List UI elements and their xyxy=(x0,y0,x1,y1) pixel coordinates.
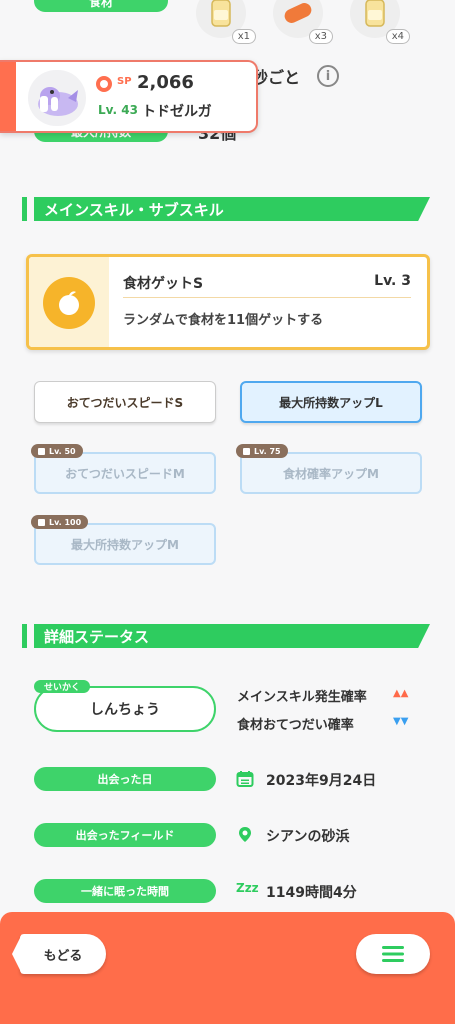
sleep-zzz-icon: Zzz xyxy=(236,881,259,895)
pokemon-name: トドゼルガ xyxy=(142,104,212,120)
main-skill-name: 食材ゲットS xyxy=(123,276,204,292)
ingredient-slot: x4 xyxy=(350,0,410,44)
sub-skill-label: 食材確率アップM xyxy=(283,466,379,481)
section-header-skills: メインスキル・サブスキル xyxy=(22,197,430,221)
section-title: メインスキル・サブスキル xyxy=(44,201,224,219)
divider xyxy=(123,297,411,298)
up-arrows-icon: ▲▲ xyxy=(393,688,409,699)
sub-skill-label: 最大所持数アップM xyxy=(71,537,179,552)
ingredient-slot: x1 xyxy=(196,0,256,44)
sp-label: SP xyxy=(117,76,132,87)
location-pin-icon xyxy=(239,827,251,842)
lock-icon xyxy=(38,447,45,455)
honey-jar-icon xyxy=(365,0,385,27)
section-header-details: 詳細ステータス xyxy=(22,624,430,648)
nature-tag: せいかく xyxy=(34,680,91,693)
sub-skill-label: 最大所持数アップL xyxy=(279,395,383,410)
pokemon-summary-card: SP 2,066 Lv. 43 トドゼルガ xyxy=(0,60,258,133)
met-date-value: 2023年9月24日 xyxy=(266,773,377,789)
lock-icon xyxy=(38,518,45,526)
lock-icon xyxy=(243,447,250,455)
slept-time-value: 1149時間4分 xyxy=(266,885,357,901)
hamburger-menu-icon xyxy=(382,946,404,962)
skill-icon-panel xyxy=(29,257,109,347)
sub-skill-button-locked[interactable]: 最大所持数アップM xyxy=(34,523,216,565)
section-title: 詳細ステータス xyxy=(44,628,150,646)
met-field-label: 出会ったフィールド xyxy=(34,823,216,847)
calendar-icon xyxy=(236,771,254,787)
slept-time-label: 一緒に眠った時間 xyxy=(34,879,216,903)
help-interval-value: 秒ごと xyxy=(252,68,301,87)
unlock-level-badge: Lv. 50 xyxy=(31,444,83,458)
honey-jar-icon xyxy=(211,0,231,27)
footer-bar: もどる xyxy=(0,912,455,1024)
sp-value: 2,066 xyxy=(137,72,194,93)
unlock-level-badge: Lv. 75 xyxy=(236,444,288,458)
main-skill-level: Lv. 3 xyxy=(374,273,411,289)
ingredient-count: x3 xyxy=(308,29,333,44)
nature-effect-up: メインスキル発生確率 xyxy=(237,690,367,705)
sp-icon xyxy=(96,76,112,92)
main-skill-card[interactable]: 食材ゲットS Lv. 3 ランダムで食材を11個ゲットする xyxy=(26,254,430,350)
nature-value: しんちょう xyxy=(90,702,160,718)
back-button[interactable]: もどる xyxy=(12,934,106,974)
ingredient-count: x4 xyxy=(385,29,410,44)
unlock-level-badge: Lv. 100 xyxy=(31,515,89,529)
pokemon-level: Lv. 43 xyxy=(98,103,138,117)
met-date-label: 出会った日 xyxy=(34,767,216,791)
card-accent-stripe xyxy=(0,62,16,131)
back-button-label: もどる xyxy=(43,948,83,964)
sub-skill-label: おてつだいスピードM xyxy=(65,466,185,481)
main-skill-description: ランダムで食材を11個ゲットする xyxy=(123,313,324,328)
ingredient-slot: x3 xyxy=(273,0,333,44)
info-icon[interactable]: i xyxy=(317,65,339,87)
ingredient-count: x1 xyxy=(231,29,256,44)
walrein-icon xyxy=(38,87,78,116)
sub-skill-button[interactable]: おてつだいスピードS xyxy=(34,381,216,423)
sub-skill-button[interactable]: 最大所持数アップL xyxy=(240,381,422,423)
menu-button[interactable] xyxy=(356,934,430,974)
sub-skill-button-locked[interactable]: おてつだいスピードM xyxy=(34,452,216,494)
met-field-value: シアンの砂浜 xyxy=(266,829,350,845)
ingredient-label: 食材 xyxy=(34,0,168,12)
down-arrows-icon: ▼▼ xyxy=(393,716,409,727)
pokemon-avatar xyxy=(28,70,86,126)
apple-icon xyxy=(59,291,79,315)
sub-skill-label: おてつだいスピードS xyxy=(66,395,184,410)
sausage-icon xyxy=(284,3,312,23)
nature-effect-down: 食材おてつだい確率 xyxy=(237,718,354,733)
sub-skill-button-locked[interactable]: 食材確率アップM xyxy=(240,452,422,494)
